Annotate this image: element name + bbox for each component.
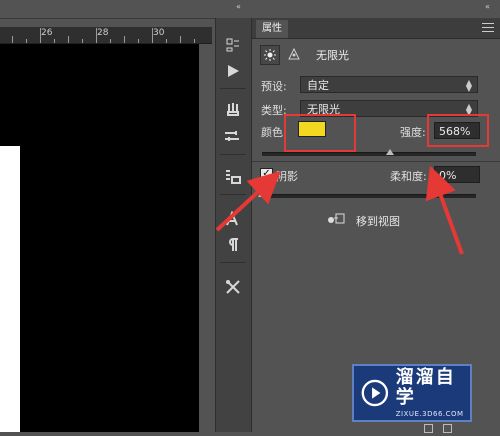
watermark-logo: 溜溜自学 ZIXUE.3D66.COM: [352, 364, 472, 422]
watermark-play-icon: [361, 379, 389, 407]
panel-footer-icons: [424, 423, 464, 433]
arrow-to-softness: [425, 165, 464, 255]
watermark-title: 溜溜自学: [395, 367, 456, 408]
watermark-url: ZIXUE.3D66.COM: [395, 410, 464, 418]
arrow-to-shadow: [215, 170, 281, 232]
